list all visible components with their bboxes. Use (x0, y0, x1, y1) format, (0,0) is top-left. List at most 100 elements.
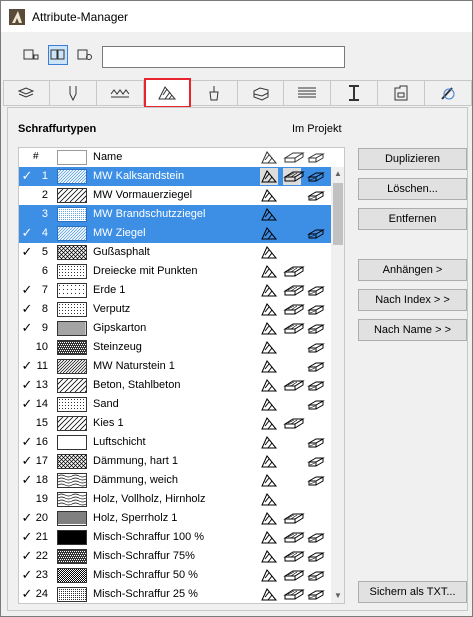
list-item[interactable]: ✓ 11 MW Naturstein 1 (19, 357, 331, 376)
view-mode-1-button[interactable] (21, 45, 41, 65)
surface-fill-icon[interactable] (283, 453, 301, 470)
cut-fill-icon[interactable] (307, 282, 325, 299)
drafting-fill-icon[interactable] (260, 263, 278, 280)
list-item[interactable]: ✓ 5 Gußasphalt (19, 243, 331, 262)
list-item[interactable]: ✓ 16 Luftschicht (19, 433, 331, 452)
drafting-fill-icon[interactable] (260, 415, 278, 432)
surface-fill-icon[interactable] (283, 187, 301, 204)
view-mode-2-button[interactable] (48, 45, 68, 65)
cut-fill-icon[interactable] (307, 377, 325, 394)
surface-fill-icon[interactable] (283, 339, 301, 356)
drafting-fill-icon[interactable] (260, 377, 278, 394)
tab-zones[interactable] (378, 80, 426, 106)
cut-fill-icon[interactable] (307, 529, 325, 546)
drafting-fill-icon[interactable] (260, 510, 278, 527)
cut-fill-icon[interactable] (307, 206, 325, 223)
cut-fill-icon[interactable] (307, 453, 325, 470)
list-item[interactable]: 19 Holz, Vollholz, Hirnholz (19, 490, 331, 509)
surface-fill-icon[interactable] (283, 415, 305, 432)
cut-fill-icon[interactable] (307, 396, 325, 413)
scroll-up-arrow[interactable]: ▲ (331, 167, 344, 181)
tab-composites[interactable] (237, 80, 285, 106)
cut-fill-icon[interactable] (307, 168, 325, 185)
list-item[interactable]: ✓ 1 MW Kalksandstein (19, 167, 331, 186)
surface-fill-icon[interactable] (283, 358, 301, 375)
surface-fill-icon[interactable] (283, 472, 301, 489)
remove-button[interactable]: Entfernen (358, 208, 467, 230)
drafting-fill-icon[interactable] (260, 225, 278, 242)
cut-fill-icon[interactable] (307, 187, 325, 204)
list-item[interactable]: ✓ 18 Dämmung, weich (19, 471, 331, 490)
surface-fill-icon[interactable] (283, 434, 301, 451)
tab-profiles[interactable] (331, 80, 379, 106)
drafting-fill-icon[interactable] (260, 396, 278, 413)
list-item[interactable]: 15 Kies 1 (19, 414, 331, 433)
header-name[interactable]: Name (93, 151, 122, 163)
drafting-fill-icon[interactable] (260, 491, 278, 508)
list-item[interactable]: ✓ 9 Gipskarton (19, 319, 331, 338)
drafting-fill-icon[interactable] (260, 434, 278, 451)
list-item[interactable]: ✓ 17 Dämmung, hart 1 (19, 452, 331, 471)
surface-fill-icon[interactable] (283, 491, 301, 508)
drafting-fill-icon[interactable] (260, 187, 278, 204)
tab-fills[interactable] (143, 78, 191, 108)
by-index-button[interactable]: Nach Index > > (358, 289, 467, 311)
drafting-fill-icon[interactable] (260, 320, 278, 337)
surface-fill-icon[interactable] (283, 586, 305, 603)
surface-fill-icon[interactable] (283, 567, 305, 584)
surface-fill-icon[interactable] (283, 510, 305, 527)
append-button[interactable]: Anhängen > (358, 259, 467, 281)
list-item[interactable]: ✓ 4 MW Ziegel (19, 224, 331, 243)
tab-surfaces[interactable] (190, 80, 238, 106)
surface-fill-icon[interactable] (283, 168, 305, 185)
cut-fill-icon[interactable] (307, 510, 325, 527)
cut-fill-icon[interactable] (307, 263, 325, 280)
surface-fill-icon[interactable] (283, 244, 301, 261)
surface-fill-icon[interactable] (283, 377, 305, 394)
drafting-fill-icon[interactable] (260, 282, 278, 299)
list-item[interactable]: ✓ 21 Misch-Schraffur 100 % (19, 528, 331, 547)
tab-line-types[interactable] (96, 80, 144, 106)
cut-fill-icon[interactable] (307, 339, 325, 356)
surface-fill-icon[interactable] (283, 282, 305, 299)
drafting-fill-icon[interactable] (260, 586, 278, 603)
surface-fill-icon[interactable] (283, 206, 301, 223)
scroll-thumb[interactable] (333, 183, 343, 245)
list-item[interactable]: 6 Dreiecke mit Punkten (19, 262, 331, 281)
surface-fill-icon[interactable] (283, 529, 305, 546)
list-item[interactable]: 3 MW Brandschutzziegel (19, 205, 331, 224)
list-item[interactable]: ✓ 24 Misch-Schraffur 25 % (19, 585, 331, 603)
list-item[interactable]: 2 MW Vormauerziegel (19, 186, 331, 205)
list-item[interactable]: ✓ 23 Misch-Schraffur 50 % (19, 566, 331, 585)
drafting-fill-icon[interactable] (260, 567, 278, 584)
list-item[interactable]: ✓ 14 Sand (19, 395, 331, 414)
tab-pens[interactable] (49, 80, 97, 106)
list-item[interactable]: ✓ 7 Erde 1 (19, 281, 331, 300)
duplicate-button[interactable]: Duplizieren (358, 148, 467, 170)
surface-fill-icon[interactable] (283, 396, 301, 413)
cut-fill-icon[interactable] (307, 491, 325, 508)
list-item[interactable]: ✓ 13 Beton, Stahlbeton (19, 376, 331, 395)
surface-fill-icon[interactable] (283, 548, 305, 565)
cut-fill-icon[interactable] (307, 567, 325, 584)
scroll-down-arrow[interactable]: ▼ (331, 589, 344, 603)
tab-markups[interactable] (425, 80, 473, 106)
cut-fill-icon[interactable] (307, 586, 325, 603)
cut-fill-icon[interactable] (307, 415, 325, 432)
drafting-fill-icon[interactable] (260, 339, 278, 356)
surface-fill-icon[interactable] (283, 301, 305, 318)
surface-fill-icon[interactable] (283, 320, 305, 337)
surface-fill-icon[interactable] (283, 225, 301, 242)
cut-fill-icon[interactable] (307, 472, 325, 489)
save-as-txt-button[interactable]: Sichern als TXT... (358, 581, 467, 603)
cut-fill-icon[interactable] (307, 244, 325, 261)
cut-fill-icon[interactable] (307, 301, 325, 318)
by-name-button[interactable]: Nach Name > > (358, 319, 467, 341)
list-scrollbar[interactable]: ▲ ▼ (331, 167, 344, 603)
drafting-fill-icon[interactable] (260, 453, 278, 470)
drafting-fill-icon[interactable] (260, 301, 278, 318)
list-item[interactable]: ✓ 22 Misch-Schraffur 75% (19, 547, 331, 566)
cut-fill-icon[interactable] (307, 434, 325, 451)
drafting-fill-icon[interactable] (260, 472, 278, 489)
drafting-fill-icon[interactable] (260, 548, 278, 565)
